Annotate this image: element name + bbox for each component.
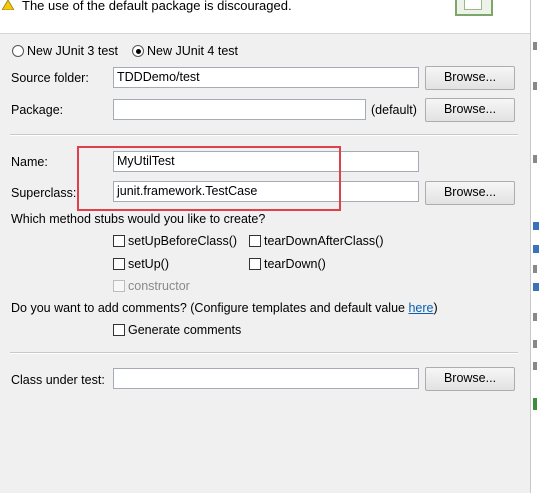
setup-checkbox[interactable] — [113, 258, 125, 270]
editor-glyph-icon — [533, 42, 537, 50]
setupbeforeclass-checkbox[interactable] — [113, 235, 125, 247]
separator — [10, 352, 518, 354]
source-folder-input[interactable]: TDDDemo/test — [113, 67, 419, 88]
templates-here-link[interactable]: here — [408, 301, 433, 315]
editor-glyph-icon — [533, 222, 539, 230]
message-banner: The use of the default package is discou… — [0, 0, 530, 34]
teardown-checkbox[interactable] — [249, 258, 261, 270]
generate-comments-label: Generate comments — [128, 323, 242, 337]
source-folder-browse-button[interactable]: Browse... — [425, 66, 515, 90]
source-folder-label: Source folder: — [11, 71, 89, 85]
comments-question: Do you want to add comments? (Configure … — [11, 301, 438, 315]
junit4-label: New JUnit 4 test — [147, 44, 239, 58]
banner-message: The use of the default package is discou… — [22, 0, 292, 13]
package-default-hint: (default) — [371, 103, 417, 117]
package-label: Package: — [11, 103, 64, 117]
junit-wizard-icon — [455, 0, 493, 16]
editor-glyph-icon — [533, 398, 537, 410]
editor-glyph-icon — [533, 362, 537, 370]
junit3-label: New JUnit 3 test — [27, 44, 119, 58]
teardownafterclass-checkbox[interactable] — [249, 235, 261, 247]
generate-comments-checkbox[interactable] — [113, 324, 125, 336]
teardownafterclass-label: tearDownAfterClass() — [264, 234, 384, 248]
comments-question-prefix: Do you want to add comments? (Configure … — [11, 301, 409, 315]
setup-label: setUp() — [128, 257, 169, 271]
editor-glyph-icon — [533, 265, 537, 273]
editor-glyph-icon — [533, 283, 539, 291]
editor-glyph-icon — [533, 245, 539, 253]
junit3-radio[interactable] — [12, 45, 24, 57]
class-under-test-input[interactable] — [113, 368, 419, 389]
editor-glyph-icon — [533, 82, 537, 90]
superclass-browse-button[interactable]: Browse... — [425, 181, 515, 205]
name-label: Name: — [11, 155, 48, 169]
background-editor-strip — [530, 0, 539, 493]
new-junit-test-dialog: The use of the default package is discou… — [0, 0, 539, 493]
constructor-label: constructor — [128, 279, 190, 293]
constructor-checkbox — [113, 280, 125, 292]
junit4-radio[interactable] — [132, 45, 144, 57]
editor-glyph-icon — [533, 313, 537, 321]
class-under-test-browse-button[interactable]: Browse... — [425, 367, 515, 391]
superclass-label: Superclass: — [11, 186, 77, 200]
package-browse-button[interactable]: Browse... — [425, 98, 515, 122]
separator — [10, 134, 518, 136]
editor-glyph-icon — [533, 155, 537, 163]
class-under-test-label: Class under test: — [11, 373, 105, 387]
setupbeforeclass-label: setUpBeforeClass() — [128, 234, 238, 248]
warning-icon — [2, 0, 14, 10]
editor-glyph-icon — [533, 340, 537, 348]
comments-question-suffix: ) — [433, 301, 438, 315]
method-stubs-question: Which method stubs would you like to cre… — [11, 212, 266, 226]
teardown-label: tearDown() — [264, 257, 326, 271]
package-input[interactable] — [113, 99, 366, 120]
highlight-annotation — [77, 146, 341, 211]
